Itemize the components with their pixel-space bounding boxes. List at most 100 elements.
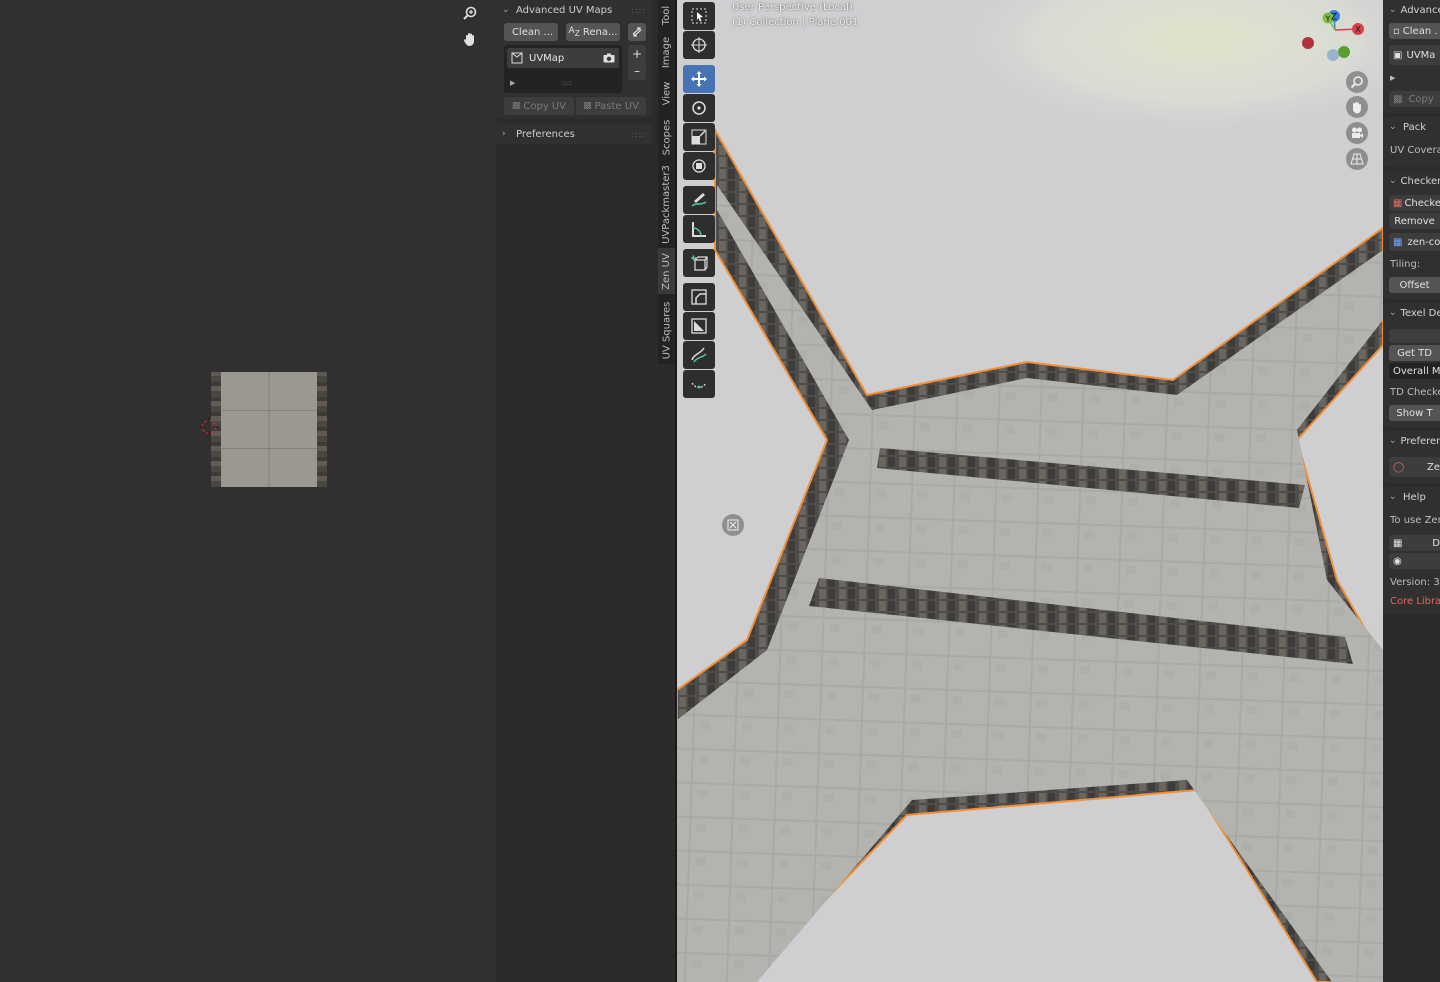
- cursor-tool[interactable]: [683, 31, 715, 59]
- drag-grip-icon[interactable]: ::::: [631, 6, 646, 15]
- smooth-icon: [691, 347, 707, 363]
- texel-density-header[interactable]: ⌄ Texel De: [1383, 303, 1440, 323]
- offset-field[interactable]: Offset: [1389, 277, 1440, 293]
- preferences-header[interactable]: ⌄ Preferen: [1383, 431, 1440, 451]
- camera-icon[interactable]: [603, 53, 615, 63]
- tab-uvpackmaster3[interactable]: UVPackmaster3: [658, 163, 675, 245]
- uv-map-item[interactable]: ▣ UVMa: [1389, 45, 1440, 65]
- uv-island-texture[interactable]: [211, 372, 327, 487]
- chevron-down-icon: ⌄: [502, 5, 510, 15]
- axis-y-label: Y: [1325, 15, 1331, 24]
- drag-grip-icon[interactable]: ::::: [631, 130, 646, 139]
- copy-icon: ▩: [1393, 93, 1403, 105]
- chevron-down-icon: ⌄: [1389, 308, 1397, 318]
- transform-icon: [692, 159, 706, 173]
- sync-icon: [632, 27, 642, 37]
- bevel-icon: [691, 289, 707, 305]
- overall-mode-select[interactable]: Overall M: [1389, 363, 1440, 379]
- pan-hand-icon[interactable]: [459, 28, 481, 50]
- documentation-button[interactable]: ▦ D: [1389, 535, 1440, 551]
- discord-button[interactable]: ◉: [1389, 553, 1440, 569]
- move-tool[interactable]: [683, 65, 715, 93]
- scene-render: [677, 0, 1383, 982]
- td-checker-label: TD Checke: [1390, 386, 1440, 398]
- select-box-icon: [691, 8, 707, 24]
- checker-toggle-button[interactable]: ▦ Checke: [1389, 195, 1440, 211]
- copy-icon: ▩: [511, 101, 521, 111]
- axis-z-label: Z: [1331, 13, 1337, 23]
- get-td-button[interactable]: Get TD: [1389, 345, 1440, 361]
- perspective-toggle-icon[interactable]: [1346, 148, 1368, 170]
- annotate-icon: [691, 193, 707, 207]
- help-header[interactable]: ⌄ Help: [1383, 487, 1440, 507]
- move-icon: [691, 71, 707, 87]
- tab-scopes[interactable]: Scopes: [658, 114, 675, 160]
- chevron-down-icon: ⌄: [1389, 436, 1397, 446]
- expand-arrow-icon[interactable]: ▶: [510, 79, 515, 87]
- tab-zen-uv[interactable]: Zen UV: [658, 248, 675, 294]
- bevel-tool[interactable]: [683, 283, 715, 311]
- paste-uv-button[interactable]: ▩ Paste UV: [576, 97, 646, 115]
- viewport-pan-icon[interactable]: [1346, 96, 1368, 118]
- copy-uv-button[interactable]: ▩ Copy: [1389, 91, 1440, 107]
- pack-section: ⌄Pack UV Coverag: [1383, 117, 1440, 167]
- scale-icon: [691, 129, 707, 145]
- preferences-panel[interactable]: › Preferences ::::: [496, 124, 652, 144]
- axis-gizmo[interactable]: X Z Y: [1297, 6, 1367, 66]
- checker-texture-select[interactable]: ▦ zen-co: [1389, 233, 1440, 251]
- 2d-cursor-icon[interactable]: [199, 417, 219, 437]
- zen-uv-sidebar: ⌄ Advance ▫ Clean . ▣ UVMa ▶ ▩ Copy ⌄ Pack UV…: [1383, 0, 1440, 982]
- tab-view[interactable]: View: [658, 75, 675, 111]
- measure-icon: [692, 222, 706, 237]
- annotate-tool[interactable]: [683, 186, 715, 214]
- rotate-tool[interactable]: [683, 94, 715, 122]
- discord-icon: ◉: [1393, 555, 1402, 567]
- image-icon: ▦: [1393, 236, 1403, 248]
- version-label: Version: 3.1: [1390, 576, 1440, 588]
- advanced-uv-maps-header[interactable]: ⌄ Advance: [1383, 0, 1440, 20]
- camera-view-icon[interactable]: [1346, 122, 1368, 144]
- add-uv-map-button[interactable]: +: [628, 45, 646, 63]
- transform-tool[interactable]: [683, 152, 715, 180]
- checker-icon: ▦: [1393, 197, 1403, 209]
- remove-checker-button[interactable]: Remove: [1389, 213, 1440, 229]
- shrink-fatten-tool[interactable]: [683, 370, 715, 398]
- zen-logo-icon: ◯: [1393, 461, 1405, 473]
- axis-x-label: X: [1355, 26, 1361, 36]
- viewport-zoom-icon[interactable]: [1346, 71, 1368, 93]
- scale-tool[interactable]: [683, 123, 715, 151]
- copy-uv-button[interactable]: ▩ Copy UV: [504, 97, 574, 115]
- rename-button[interactable]: AZ Rena...: [566, 23, 620, 41]
- remove-uv-map-button[interactable]: –: [628, 62, 646, 80]
- smooth-tool[interactable]: [683, 341, 715, 369]
- checker-header[interactable]: ⌄ Checker: [1383, 171, 1440, 191]
- add-cube-tool[interactable]: [683, 249, 715, 277]
- zen-preferences-button[interactable]: ◯ Ze: [1389, 457, 1440, 477]
- td-value-field[interactable]: [1389, 329, 1440, 343]
- uv-map-list[interactable]: UVMap ▶ ::::: [504, 45, 622, 93]
- help-icon: ▦: [1393, 537, 1403, 549]
- uv-map-item[interactable]: UVMap: [507, 48, 619, 68]
- sync-button[interactable]: [628, 23, 646, 41]
- select-box-tool[interactable]: [683, 2, 715, 30]
- zoom-icon[interactable]: [459, 2, 481, 24]
- tab-tool[interactable]: Tool: [658, 0, 675, 30]
- expand-arrow-icon[interactable]: ▶: [1383, 67, 1440, 89]
- resize-grip-icon[interactable]: ::::: [562, 79, 571, 87]
- preferences-header[interactable]: › Preferences ::::: [496, 124, 652, 144]
- tool-shelf: [683, 2, 717, 399]
- chevron-down-icon: ⌄: [1389, 176, 1397, 186]
- tab-uv-squares[interactable]: UV Squares: [658, 298, 675, 362]
- show-td-button[interactable]: Show T: [1389, 405, 1440, 421]
- uv-sync-overlay-icon[interactable]: [722, 514, 744, 536]
- uv-editor-area[interactable]: [0, 0, 496, 982]
- tab-image[interactable]: Image: [658, 33, 675, 71]
- pack-header[interactable]: ⌄ Pack: [1383, 117, 1440, 137]
- measure-tool[interactable]: [683, 215, 715, 243]
- clean-button[interactable]: Clean ...: [504, 23, 558, 41]
- sort-az-icon: AZ: [568, 26, 580, 38]
- 3d-viewport[interactable]: User Perspective (Local) (1) Collection …: [677, 0, 1383, 982]
- inset-tool[interactable]: [683, 312, 715, 340]
- clean-button[interactable]: ▫ Clean .: [1389, 23, 1440, 39]
- advanced-uv-maps-header[interactable]: ⌄ Advanced UV Maps ::::: [496, 0, 652, 20]
